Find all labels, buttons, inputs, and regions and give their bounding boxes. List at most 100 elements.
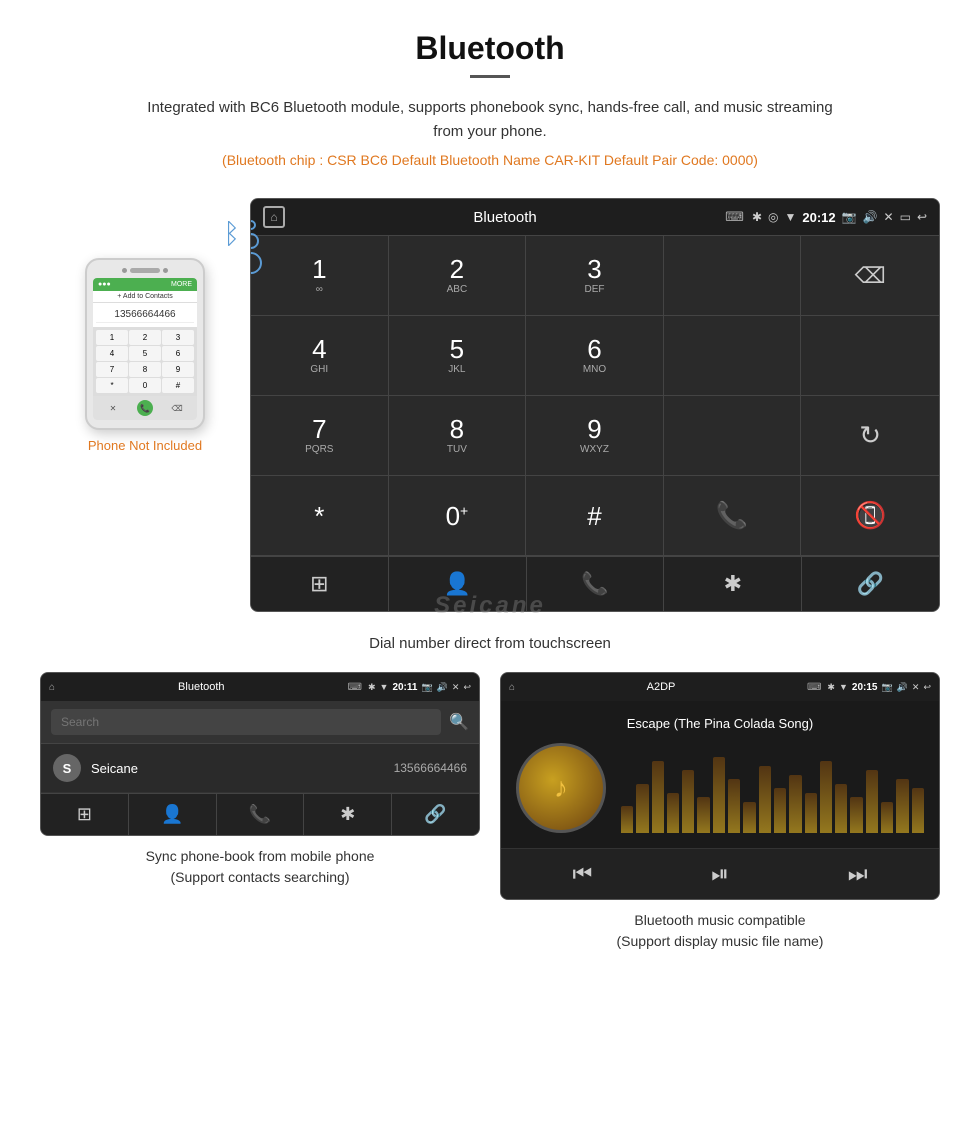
volume-icon: 🔊 [863, 210, 878, 224]
bluetooth-status-icon: ✱ [752, 210, 762, 224]
visualizer-bar [621, 806, 633, 833]
watermark-text: Seicane [434, 592, 546, 619]
pb-nav-keypad[interactable]: ⊞ [41, 794, 129, 835]
dial-key-end-call[interactable]: 📵 [801, 476, 939, 556]
music-vol-icon: 🔊 [897, 682, 908, 693]
wave-3 [235, 247, 266, 278]
dial-key-4[interactable]: 4 GHI [251, 316, 389, 396]
wave-2 [240, 230, 263, 253]
pb-cam-icon: 📷 [421, 682, 432, 693]
end-call-icon: 📵 [854, 500, 886, 531]
dial-key-backspace[interactable]: ⌫ [801, 236, 939, 316]
bottom-row: ⌂ Bluetooth ⌨ ✱ ▼ 20:11 📷 🔊 ✕ ↩ 🔍 [0, 672, 980, 972]
pb-contacts-icon: 👤 [161, 804, 183, 825]
phone-key-star[interactable]: * [96, 378, 128, 393]
pb-contact-row[interactable]: S Seicane 13566664466 [41, 744, 479, 793]
pb-calls-icon: 📞 [249, 804, 271, 825]
phone-key-8[interactable]: 8 [129, 362, 161, 377]
dial-key-call[interactable]: 📞 [664, 476, 802, 556]
pb-vol-icon: 🔊 [437, 682, 448, 693]
signal-waves [246, 220, 262, 274]
dial-key-1[interactable]: 1 ∞ [251, 236, 389, 316]
phone-key-9[interactable]: 9 [162, 362, 194, 377]
phone-call-btn[interactable]: 📞 [137, 400, 153, 416]
phone-key-6[interactable]: 6 [162, 346, 194, 361]
pb-home-icon[interactable]: ⌂ [49, 682, 55, 693]
music-cam-icon: 📷 [881, 682, 892, 693]
play-pause-btn[interactable]: ⏯ [711, 861, 729, 887]
visualizer-bar [728, 779, 740, 833]
dial-key-refresh[interactable]: ↻ [801, 396, 939, 476]
phone-key-3[interactable]: 3 [162, 330, 194, 345]
phonebook-caption-line1: Sync phone-book from mobile phone [146, 848, 375, 864]
pb-close-icon: ✕ [452, 682, 460, 693]
visualizer-bar [835, 784, 847, 834]
phone-key-7[interactable]: 7 [96, 362, 128, 377]
prev-btn[interactable]: ⏮ [572, 861, 592, 887]
pb-contact-name: Seicane [91, 761, 384, 776]
visualizer-bar [652, 761, 664, 833]
visualizer-bar [713, 757, 725, 834]
pb-bt-icon: ✱ [368, 682, 376, 693]
pb-nav-calls[interactable]: 📞 [217, 794, 305, 835]
next-btn[interactable]: ⏭ [848, 861, 868, 887]
home-icon[interactable] [263, 206, 285, 228]
window-icon: ▭ [900, 210, 911, 224]
main-section: ᛒ ●●● MORE + Add to Contacts [0, 178, 980, 622]
phone-btn-left[interactable]: ✕ [105, 400, 121, 416]
dial-key-6[interactable]: 6 MNO [526, 316, 664, 396]
refresh-icon: ↻ [859, 420, 881, 451]
phone-key-2[interactable]: 2 [129, 330, 161, 345]
music-home-icon[interactable]: ⌂ [509, 682, 515, 693]
title-underline [470, 75, 510, 78]
dial-key-5[interactable]: 5 JKL [389, 316, 527, 396]
dial-key-8[interactable]: 8 TUV [389, 396, 527, 476]
pb-avatar: S [53, 754, 81, 782]
phone-key-0[interactable]: 0 [129, 378, 161, 393]
dial-key-9[interactable]: 9 WXYZ [526, 396, 664, 476]
music-note-icon: ♪ [554, 772, 568, 804]
music-wifi-icon: ▼ [839, 682, 848, 692]
visualizer-bar [743, 802, 755, 834]
pb-search-area: 🔍 [41, 701, 479, 744]
camera-icon: 📷 [842, 210, 857, 224]
bluetooth-icon: ᛒ [223, 218, 240, 249]
pb-keypad-icon: ⊞ [77, 804, 92, 825]
music-item: ⌂ A2DP ⌨ ✱ ▼ 20:15 📷 🔊 ✕ ↩ Escape (The P… [500, 672, 940, 952]
music-time: 20:15 [852, 682, 878, 693]
pb-nav-link[interactable]: 🔗 [392, 794, 479, 835]
pb-search-input[interactable] [51, 709, 441, 735]
dial-key-0[interactable]: 0+ [389, 476, 527, 556]
dial-caption: Dial number direct from touchscreen [0, 625, 980, 672]
phone-key-5[interactable]: 5 [129, 346, 161, 361]
dial-screen: Bluetooth ⌨ ✱ ◎ ▼ 20:12 📷 🔊 ✕ ▭ ↩ 1 ∞ [250, 198, 940, 612]
dial-key-star[interactable]: * [251, 476, 389, 556]
phone-key-hash[interactable]: # [162, 378, 194, 393]
music-usb-icon: ⌨ [807, 682, 821, 693]
music-song-title: Escape (The Pina Colada Song) [627, 716, 813, 731]
phonebook-caption: Sync phone-book from mobile phone (Suppo… [40, 846, 480, 888]
dial-key-3[interactable]: 3 DEF [526, 236, 664, 316]
music-back-icon: ↩ [923, 682, 931, 693]
phone-btn-right[interactable]: ⌫ [169, 400, 185, 416]
bluetooth-specs: (Bluetooth chip : CSR BC6 Default Blueto… [20, 152, 960, 168]
call-icon: 📞 [716, 500, 748, 531]
phone-dot-2 [163, 268, 168, 273]
phone-key-4[interactable]: 4 [96, 346, 128, 361]
dial-status-bar: Bluetooth ⌨ ✱ ◎ ▼ 20:12 📷 🔊 ✕ ▭ ↩ [251, 199, 939, 235]
phone-key-1[interactable]: 1 [96, 330, 128, 345]
phone-screen: ●●● MORE + Add to Contacts 13566664466 1… [93, 278, 197, 420]
wave-1 [244, 218, 258, 232]
phone-dot-1 [122, 268, 127, 273]
pb-search-icon[interactable]: 🔍 [449, 712, 469, 732]
dial-key-7[interactable]: 7 PQRS [251, 396, 389, 476]
pb-bottom-nav: ⊞ 👤 📞 ✱ 🔗 [41, 793, 479, 835]
visualizer-bar [682, 770, 694, 833]
pb-nav-contacts[interactable]: 👤 [129, 794, 217, 835]
phonebook-caption-line2: (Support contacts searching) [171, 869, 350, 885]
dial-key-2[interactable]: 2 ABC [389, 236, 527, 316]
dial-key-empty-2 [664, 316, 802, 396]
status-icons-right: ✱ ◎ ▼ 20:12 📷 🔊 ✕ ▭ ↩ [752, 210, 927, 225]
dial-key-hash[interactable]: # [526, 476, 664, 556]
pb-nav-bt[interactable]: ✱ [304, 794, 392, 835]
